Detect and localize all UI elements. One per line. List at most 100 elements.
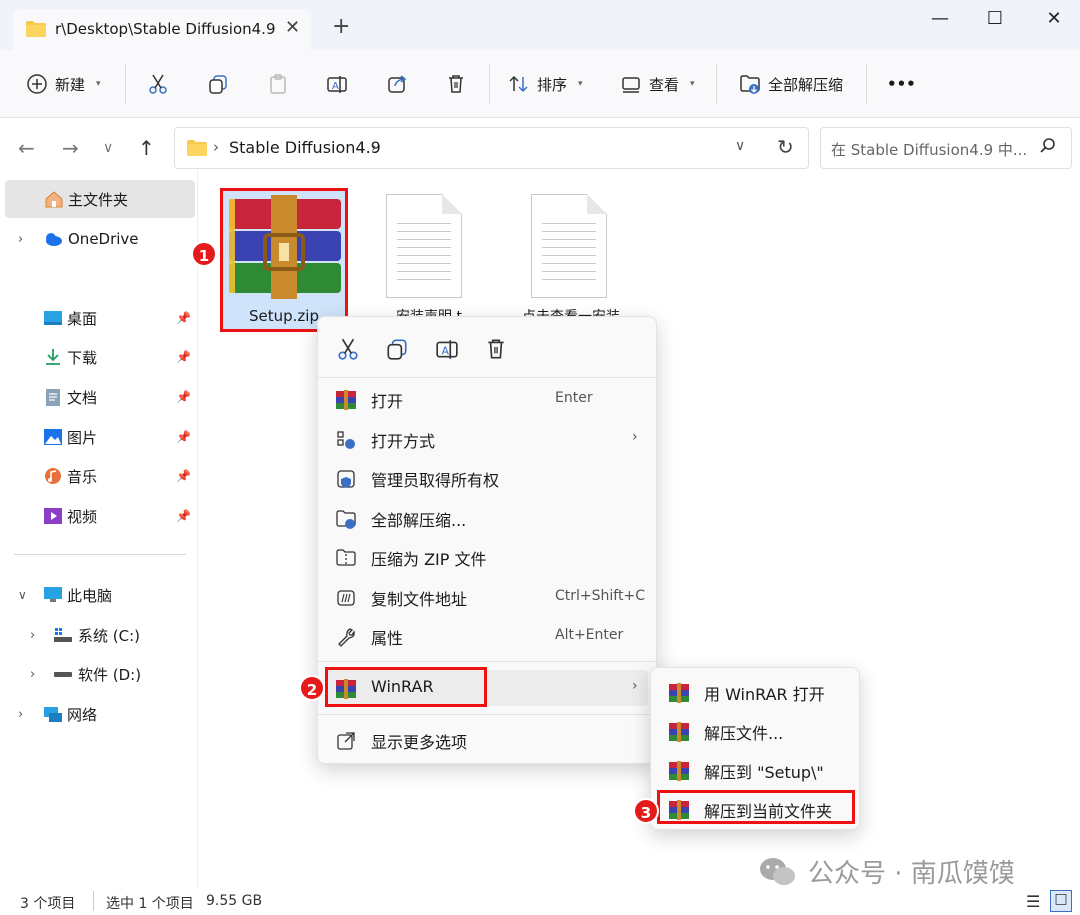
sort-button[interactable]: 排序 ▾ xyxy=(508,70,583,98)
navigation-pane: 主文件夹 › OneDrive 桌面 📌 下载 📌 文档 📌 图片 📌 音乐 📌… xyxy=(0,170,198,888)
menu-item-label: 显示更多选项 xyxy=(371,733,468,752)
sidebar-item-onedrive[interactable]: › OneDrive xyxy=(0,220,196,258)
chevron-down-icon[interactable]: ∨ xyxy=(18,588,27,602)
chevron-right-icon[interactable]: › xyxy=(18,232,23,247)
submenu-item-extract-files[interactable]: 解压文件... xyxy=(659,714,855,748)
breadcrumb-separator[interactable]: › xyxy=(213,138,219,156)
open-with-icon xyxy=(337,431,355,449)
menu-divider xyxy=(318,377,656,378)
address-dropdown-chevron-icon[interactable]: ∨ xyxy=(735,138,745,154)
minimize-button[interactable]: — xyxy=(920,8,960,32)
selected-size: 9.55 GB xyxy=(206,893,263,909)
menu-item-properties[interactable]: 属性 Alt+Enter xyxy=(326,618,648,654)
chevron-right-icon: › xyxy=(632,429,638,445)
pin-icon[interactable]: 📌 xyxy=(176,469,191,483)
shortcut-label: Alt+Enter xyxy=(555,627,624,643)
sidebar-item-drive-d[interactable]: › 软件 (D:) xyxy=(0,655,196,693)
menu-item-open-with[interactable]: 打开方式 › xyxy=(326,421,648,457)
sidebar-item-label: 音乐 xyxy=(67,467,98,486)
close-window-button[interactable]: ✕ xyxy=(1034,8,1074,32)
submenu-item-extract-to-setup[interactable]: 解压到 "Setup\" xyxy=(659,753,855,787)
file-name: 安装声明.t xyxy=(384,306,474,316)
step-badge-3: 3 xyxy=(633,798,659,824)
cut-button[interactable] xyxy=(147,70,169,98)
chevron-right-icon[interactable]: › xyxy=(18,707,23,722)
view-button[interactable]: 查看 ▾ xyxy=(620,70,695,98)
extract-all-label: 全部解压缩 xyxy=(768,75,844,94)
submenu-item-open-with-winrar[interactable]: 用 WinRAR 打开 xyxy=(659,675,855,709)
menu-item-label: 管理员取得所有权 xyxy=(371,471,500,490)
refresh-icon[interactable]: ↻ xyxy=(777,135,794,159)
pin-icon[interactable]: 📌 xyxy=(176,390,191,404)
copy-icon[interactable] xyxy=(385,337,409,361)
recent-locations-chevron-icon[interactable]: ∨ xyxy=(103,140,113,156)
menu-item-compress-zip[interactable]: 压缩为 ZIP 文件 xyxy=(326,539,648,575)
submenu-item-label: 解压文件... xyxy=(704,724,784,743)
sidebar-item-label: 视频 xyxy=(67,507,98,526)
breadcrumb-current[interactable]: Stable Diffusion4.9 xyxy=(229,138,381,157)
new-button[interactable]: 新建 ▾ xyxy=(26,70,101,98)
pin-icon[interactable]: 📌 xyxy=(176,509,191,523)
chevron-right-icon[interactable]: › xyxy=(30,667,35,682)
menu-item-open[interactable]: 打开 Enter xyxy=(326,381,648,417)
tiles-view-icon[interactable]: □ xyxy=(1050,890,1072,912)
delete-button[interactable] xyxy=(445,70,467,98)
sidebar-item-network[interactable]: › 网络 xyxy=(0,695,196,733)
pin-icon[interactable]: 📌 xyxy=(176,311,191,325)
chevron-right-icon[interactable]: › xyxy=(30,628,35,643)
forward-arrow-icon[interactable]: → xyxy=(62,136,79,160)
maximize-button[interactable]: ☐ xyxy=(975,8,1015,32)
sort-icon xyxy=(509,75,528,93)
extract-all-button[interactable]: 全部解压缩 xyxy=(739,70,843,98)
pin-icon[interactable]: 📌 xyxy=(176,350,191,364)
breadcrumb-separator[interactable]: › xyxy=(371,138,377,156)
file-name: 点击查看一安装 xyxy=(521,306,621,316)
copy-button[interactable] xyxy=(207,70,229,98)
details-view-icon[interactable]: ☰ xyxy=(1026,892,1040,911)
scissors-icon[interactable] xyxy=(336,337,360,361)
folder-icon xyxy=(187,140,207,160)
computer-icon xyxy=(44,587,62,602)
wechat-icon xyxy=(760,857,795,885)
search-box[interactable]: 在 Stable Diffusion4.9 中... xyxy=(820,127,1072,169)
sidebar-item-documents[interactable]: 文档 📌 xyxy=(0,378,196,416)
sidebar-item-downloads[interactable]: 下载 📌 xyxy=(0,338,196,376)
new-tab-button[interactable]: + xyxy=(332,14,350,39)
selected-count: 选中 1 个项目 xyxy=(106,896,194,912)
back-arrow-icon[interactable]: ← xyxy=(18,136,35,160)
sidebar-item-label: OneDrive xyxy=(68,230,139,248)
sidebar-item-label: 网络 xyxy=(67,705,98,724)
annotation-box-extract-here xyxy=(657,790,855,824)
status-divider xyxy=(93,891,94,911)
sidebar-item-this-pc[interactable]: ∨ 此电脑 xyxy=(0,576,196,614)
sidebar-item-drive-c[interactable]: › 系统 (C:) xyxy=(0,616,196,654)
chevron-right-icon: › xyxy=(632,678,638,694)
trash-icon[interactable] xyxy=(484,337,508,361)
menu-item-extract-all[interactable]: 全部解压缩... xyxy=(326,500,648,536)
more-options-button[interactable]: ••• xyxy=(887,70,916,98)
rename-icon[interactable]: A xyxy=(435,337,459,361)
winrar-icon xyxy=(669,722,689,742)
rename-button[interactable]: A xyxy=(326,70,348,98)
paste-button[interactable] xyxy=(267,70,289,98)
sidebar-item-pictures[interactable]: 图片 📌 xyxy=(0,418,196,456)
pin-icon[interactable]: 📌 xyxy=(176,430,191,444)
selected-file-setup-zip[interactable]: Setup.zip xyxy=(220,188,348,332)
sidebar-item-music[interactable]: 音乐 📌 xyxy=(0,457,196,495)
close-tab-icon[interactable]: ✕ xyxy=(285,17,300,38)
search-icon[interactable] xyxy=(1039,137,1057,159)
sidebar-item-desktop[interactable]: 桌面 📌 xyxy=(0,299,196,337)
scissors-icon xyxy=(149,74,167,94)
menu-item-take-ownership[interactable]: 管理员取得所有权 xyxy=(326,460,648,496)
sidebar-item-home[interactable]: 主文件夹 xyxy=(5,180,195,218)
folder-icon xyxy=(26,21,46,41)
sidebar-item-videos[interactable]: 视频 📌 xyxy=(0,497,196,535)
plus-circle-icon xyxy=(27,74,47,94)
share-button[interactable] xyxy=(386,70,408,98)
menu-item-copy-path[interactable]: 复制文件地址 Ctrl+Shift+C xyxy=(326,579,648,615)
address-bar[interactable]: › Stable Diffusion4.9 › ∨ ↻ xyxy=(174,127,809,169)
tab-stable-diffusion[interactable]: r\Desktop\Stable Diffusion4.9 ✕ xyxy=(13,9,311,50)
menu-item-show-more-options[interactable]: 显示更多选项 xyxy=(326,722,648,758)
up-arrow-icon[interactable]: ↑ xyxy=(138,136,155,160)
new-label: 新建 xyxy=(55,75,86,94)
